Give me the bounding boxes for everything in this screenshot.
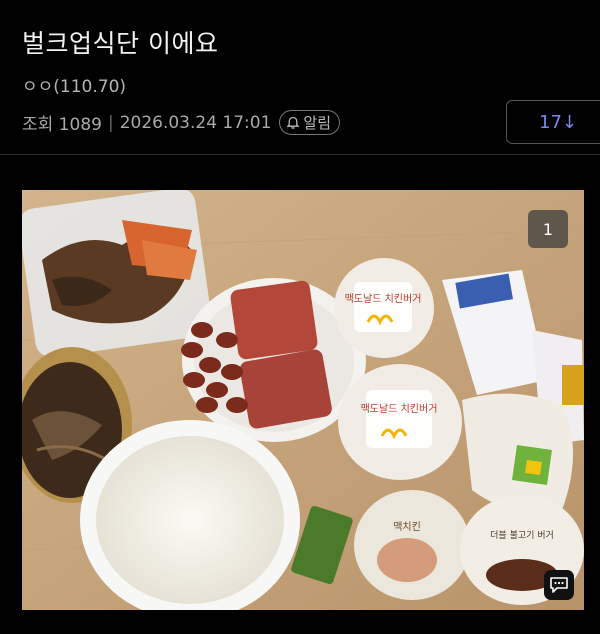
bottom-bar — [0, 618, 600, 634]
alarm-label: 알림 — [303, 114, 332, 132]
header-divider — [0, 154, 600, 155]
speech-bubble-icon — [550, 577, 568, 593]
side-dish-container — [22, 190, 212, 358]
post-header: 벌크업식단 이에요 ㅇㅇ(110.70) 조회 1089 | 2026.03.2… — [0, 0, 600, 155]
post-author[interactable]: ㅇㅇ(110.70) — [22, 72, 126, 97]
post-datetime: 2026.03.24 17:01 — [119, 112, 272, 133]
svg-text:더블 불고기 버거: 더블 불고기 버거 — [490, 530, 554, 541]
meta-separator: | — [107, 112, 114, 133]
view-count: 조회 1089 — [22, 115, 102, 135]
post-image[interactable]: 맥도날드 치킨버거 맥도날드 치킨버거 맥치킨 더블 불고기 버거 1 — [22, 190, 584, 610]
post-title: 벌크업식단 이에요 — [22, 29, 219, 58]
image-counter: 1 — [528, 210, 568, 248]
svg-text:맥도날드 치킨버거: 맥도날드 치킨버거 — [345, 293, 422, 305]
food-photo: 맥도날드 치킨버거 맥도날드 치킨버거 맥치킨 더블 불고기 버거 — [22, 190, 584, 610]
svg-text:맥치킨: 맥치킨 — [393, 521, 421, 533]
alarm-button[interactable]: 알림 — [279, 110, 341, 135]
post-meta: 조회 1089 | 2026.03.24 17:01 알림 — [22, 110, 341, 135]
comment-bubble-icon[interactable] — [544, 570, 574, 600]
svg-text:맥도날드 치킨버거: 맥도날드 치킨버거 — [361, 403, 438, 415]
bell-icon — [287, 116, 300, 129]
comment-count-button[interactable]: 17↓ — [506, 100, 600, 144]
